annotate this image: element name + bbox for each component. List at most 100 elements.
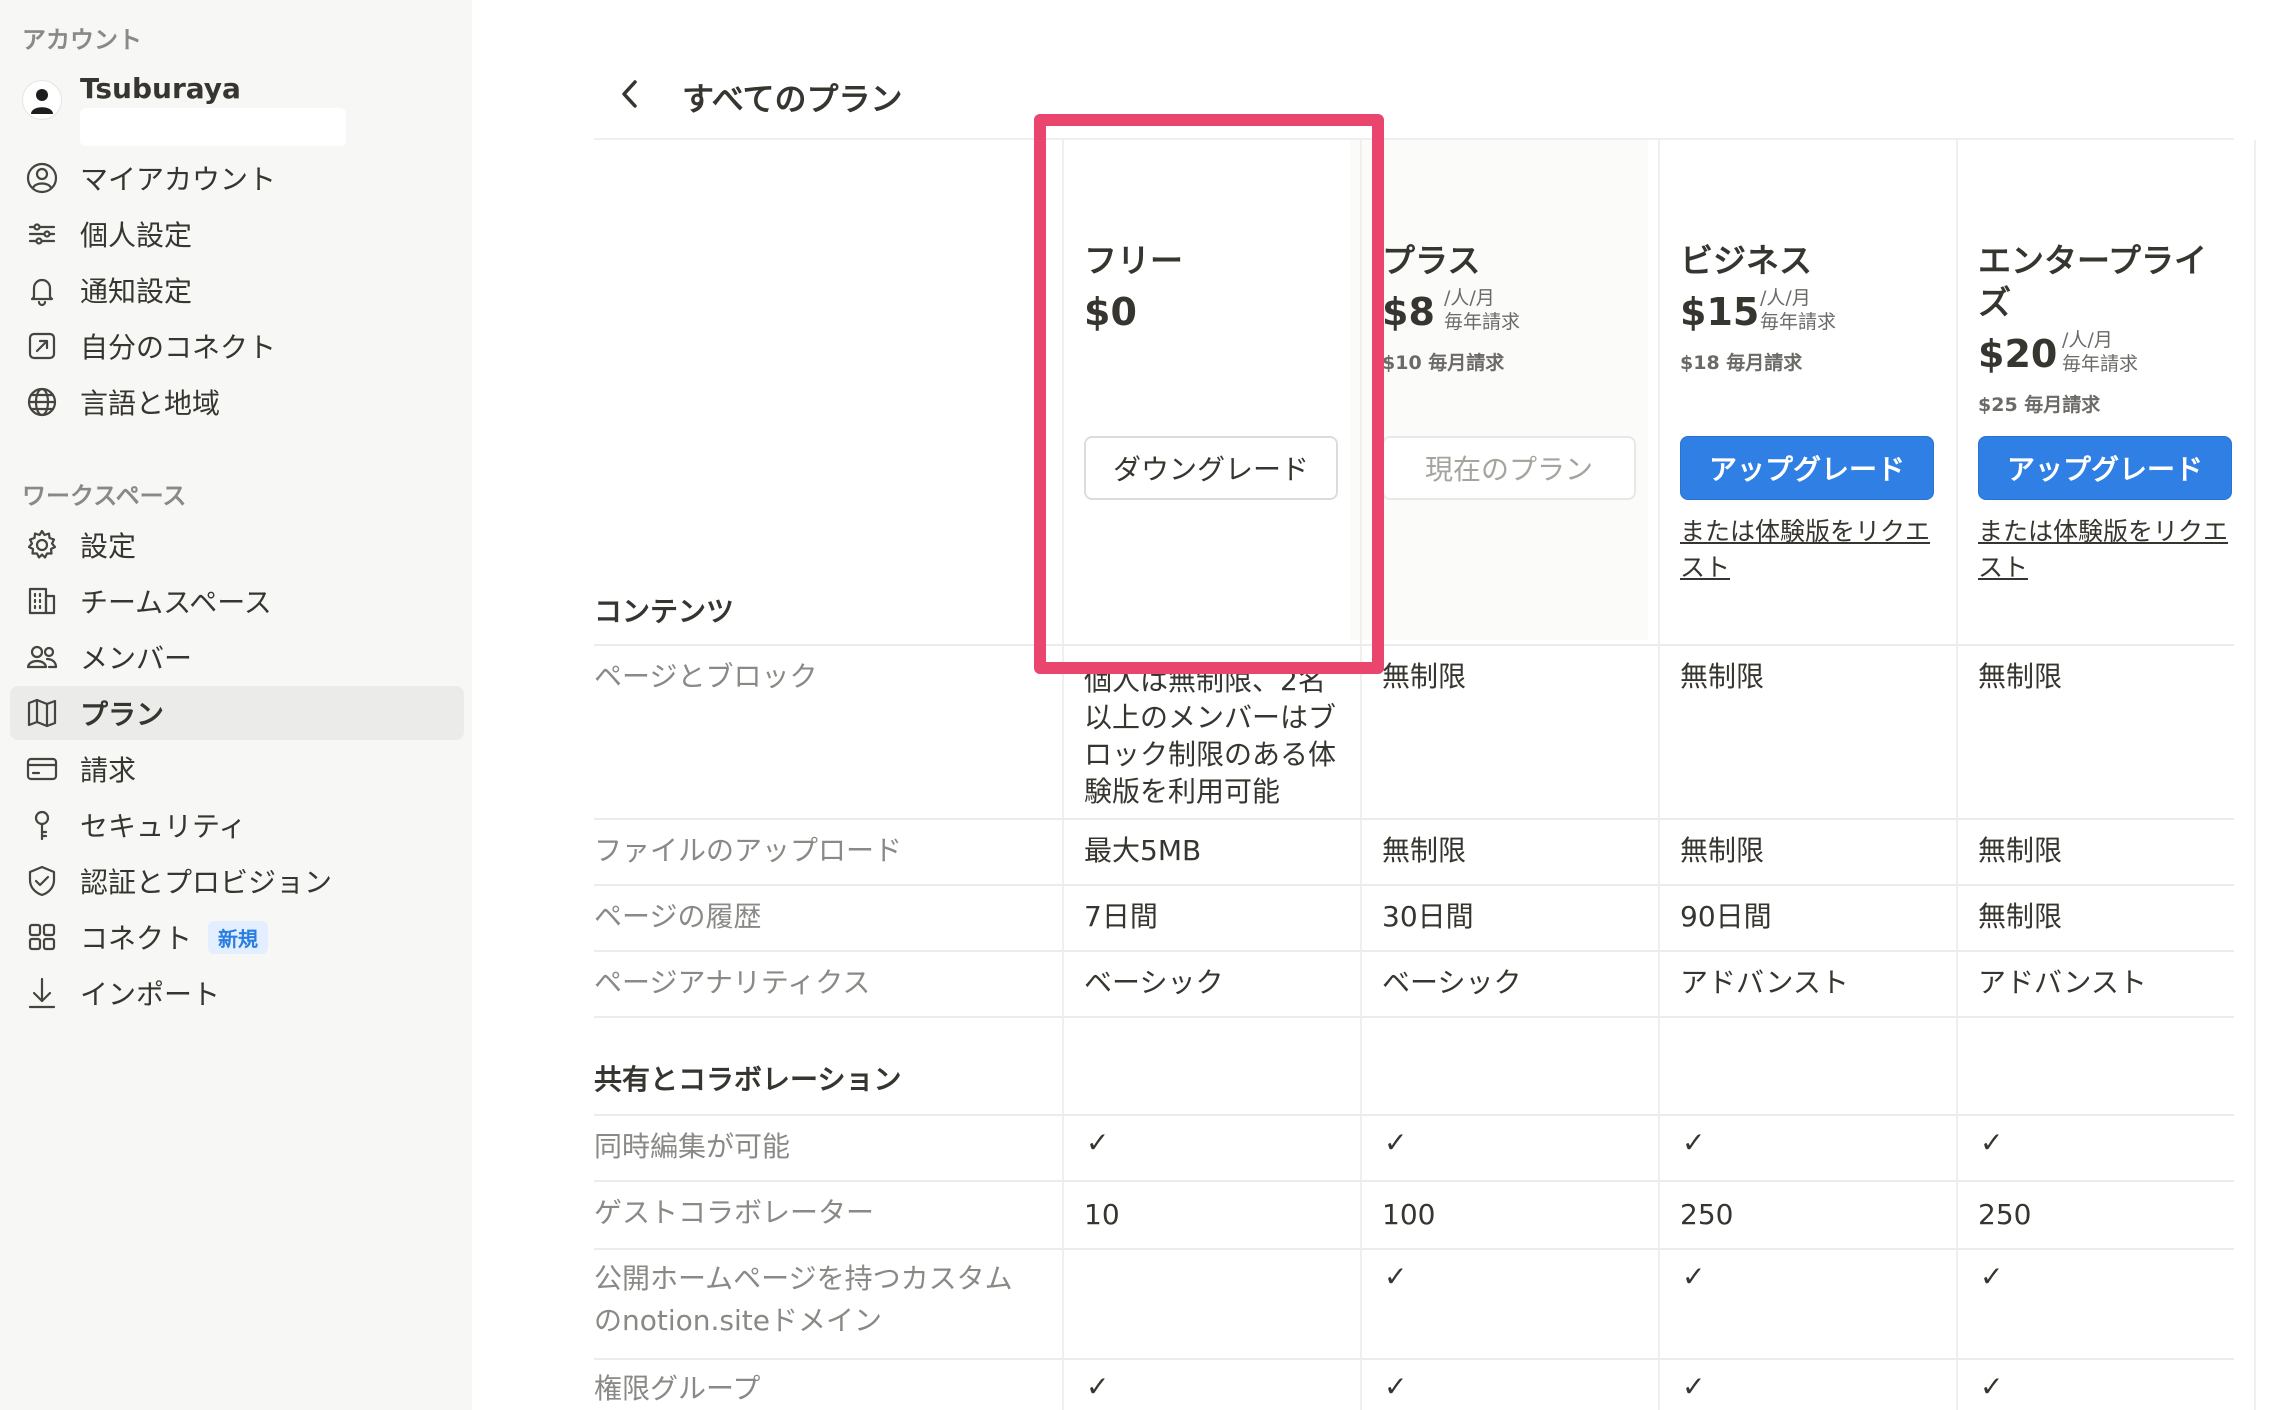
plan-per-user-plus: /人/月 毎年請求 [1444, 287, 1521, 333]
sidebar-item-label: 個人設定 [80, 219, 193, 252]
request-trial-business-link[interactable]: または体験版をリクエスト [1680, 514, 1940, 586]
current-plan-column-bg [1350, 140, 1648, 640]
section-heading-sharing: 共有とコラボレーション [594, 1063, 902, 1096]
check-plus-coediting: ✓ [1384, 1126, 1408, 1159]
plan-per-user-enterprise: /人/月 毎年請求 [2062, 329, 2139, 375]
sidebar-item-label: 設定 [80, 530, 137, 563]
sidebar-item-label: プラン [80, 698, 165, 731]
cell-enterprise-guests: 250 [1978, 1198, 2032, 1231]
upgrade-enterprise-button[interactable]: アップグレード [1978, 436, 2232, 500]
upgrade-business-button[interactable]: アップグレード [1680, 436, 1934, 500]
sidebar-item-members[interactable]: メンバー [10, 630, 464, 684]
sidebar-item-billing[interactable]: 請求 [10, 742, 464, 796]
feature-page-analytics: ページアナリティクス [594, 966, 871, 999]
sidebar-item-notifications[interactable]: 通知設定 [10, 263, 464, 317]
cell-free-pages-blocks: 個人は無制限、2名以上のメンバーはブロック制限のある体験版を利用可能 [1084, 664, 1337, 808]
sidebar-item-label: コネクト [80, 922, 193, 955]
cell-plus-page-analytics: ベーシック [1382, 966, 1522, 999]
check-enterprise-coediting: ✓ [1980, 1126, 2004, 1159]
plan-per-user-business: /人/月 毎年請求 [1760, 287, 1837, 333]
sidebar-item-label: 自分のコネクト [80, 331, 277, 364]
row-divider [594, 1248, 2234, 1250]
plan-name-plus: プラス [1382, 241, 1481, 280]
sidebar-item-settings[interactable]: 設定 [10, 518, 464, 572]
cell-enterprise-page-history: 無制限 [1978, 900, 2063, 933]
check-enterprise-custom-domain: ✓ [1980, 1260, 2004, 1293]
user-avatar-icon [31, 89, 53, 114]
cell-free-file-upload: 最大5MB [1084, 834, 1202, 867]
user-email-redacted [80, 108, 346, 146]
feature-permission-groups: 権限グループ [594, 1372, 761, 1405]
column-divider [1658, 140, 1660, 1410]
building-icon [24, 583, 60, 619]
sidebar-item-identity-provisioning[interactable]: 認証とプロビジョン [10, 854, 464, 908]
highlight-box-free-plan [1034, 114, 1384, 674]
check-business-custom-domain: ✓ [1682, 1260, 1706, 1293]
column-divider [1956, 140, 1958, 1410]
credit-card-icon [24, 751, 60, 787]
gear-icon [24, 527, 60, 563]
check-plus-permission-groups: ✓ [1384, 1370, 1408, 1403]
section-heading-content: コンテンツ [594, 595, 735, 628]
chevron-left-icon [622, 80, 637, 108]
plan-monthly-plus: $10 毎月請求 [1382, 352, 1505, 374]
new-badge: 新規 [208, 920, 269, 954]
check-enterprise-permission-groups: ✓ [1980, 1370, 2004, 1403]
check-business-permission-groups: ✓ [1682, 1370, 1706, 1403]
sidebar-item-connections[interactable]: コネクト 新規 [10, 910, 464, 964]
cell-business-page-history: 90日間 [1680, 900, 1772, 933]
sidebar-item-label: チームスペース [80, 586, 272, 619]
avatar [22, 80, 62, 120]
row-divider [594, 950, 2234, 952]
check-free-coediting: ✓ [1086, 1126, 1110, 1159]
cell-business-page-analytics: アドバンスト [1680, 966, 1849, 999]
workspace-section-label: ワークスペース [22, 482, 187, 510]
request-trial-enterprise-link[interactable]: または体験版をリクエスト [1978, 514, 2238, 586]
feature-pages-blocks: ページとブロック [594, 660, 818, 693]
feature-custom-domain: 公開ホームページを持つカスタムのnotion.siteドメイン [594, 1262, 1013, 1337]
external-link-icon [24, 328, 60, 364]
bell-icon [24, 272, 60, 308]
cell-enterprise-page-analytics: アドバンスト [1978, 966, 2147, 999]
feature-page-history: ページの履歴 [594, 900, 762, 933]
sidebar-item-label: 通知設定 [80, 275, 193, 308]
row-divider [594, 818, 2234, 820]
page-title: すべてのプラン [682, 80, 903, 118]
sidebar-item-label: セキュリティ [80, 810, 247, 843]
feature-file-upload: ファイルのアップロード [594, 834, 903, 867]
settings-sidebar: アカウント Tsuburaya マイアカウント 個人設定 通知設定 自分のコネク… [0, 0, 472, 1410]
back-button[interactable] [612, 72, 648, 116]
check-plus-custom-domain: ✓ [1384, 1260, 1408, 1293]
plan-price-plus: $8 [1382, 290, 1435, 334]
column-divider [2254, 140, 2256, 1410]
feature-coediting: 同時編集が可能 [594, 1130, 791, 1163]
check-business-coediting: ✓ [1682, 1126, 1706, 1159]
sidebar-item-language-region[interactable]: 言語と地域 [10, 375, 464, 429]
sidebar-item-label: 認証とプロビジョン [80, 866, 333, 899]
sidebar-item-security[interactable]: セキュリティ [10, 798, 464, 852]
sidebar-item-label: メンバー [80, 642, 193, 675]
row-divider [594, 1114, 2234, 1116]
sidebar-item-preferences[interactable]: 個人設定 [10, 207, 464, 261]
sidebar-item-teamspaces[interactable]: チームスペース [10, 574, 464, 628]
sidebar-item-my-account[interactable]: マイアカウント [10, 151, 464, 205]
account-circle-icon [24, 160, 60, 196]
cell-plus-file-upload: 無制限 [1382, 834, 1467, 867]
user-name: Tsuburaya [80, 72, 241, 105]
sidebar-item-my-connections[interactable]: 自分のコネクト [10, 319, 464, 373]
cell-business-pages-blocks: 無制限 [1680, 660, 1765, 693]
plan-name-enterprise: エンタープライズ [1978, 241, 2208, 322]
feature-guest-collaborators: ゲストコラボレーター [594, 1196, 875, 1229]
cell-plus-pages-blocks: 無制限 [1382, 660, 1467, 693]
plan-monthly-business: $18 毎月請求 [1680, 352, 1803, 374]
plan-monthly-enterprise: $25 毎月請求 [1978, 394, 2101, 416]
shield-check-icon [24, 863, 60, 899]
sidebar-item-label: インポート [80, 978, 221, 1011]
sidebar-item-plans[interactable]: プラン [10, 686, 464, 740]
cell-plus-page-history: 30日間 [1382, 900, 1474, 933]
sidebar-item-import[interactable]: インポート [10, 966, 464, 1020]
check-free-permission-groups: ✓ [1086, 1370, 1110, 1403]
plan-name-business: ビジネス [1680, 241, 1812, 280]
cell-plus-guests: 100 [1382, 1198, 1436, 1231]
grid-icon [24, 919, 60, 955]
